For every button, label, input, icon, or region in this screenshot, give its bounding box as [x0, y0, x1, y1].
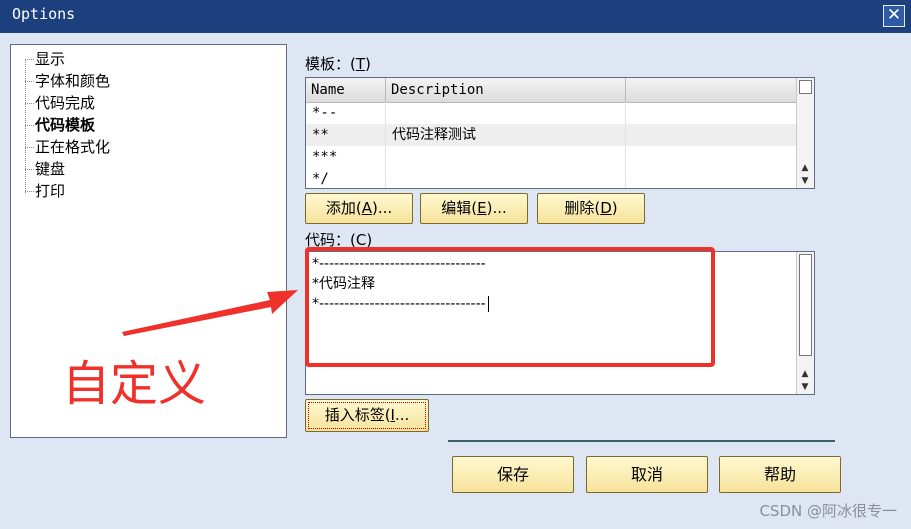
table-row[interactable]: *-- [306, 102, 798, 124]
tree-item-keyboard[interactable]: 键盘 [35, 158, 65, 180]
tree-item-display[interactable]: 显示 [35, 48, 65, 70]
row-description [386, 146, 626, 168]
table-row[interactable]: ** 代码注释测试 [306, 124, 798, 146]
tree-item-formatting[interactable]: 正在格式化 [35, 136, 110, 158]
insert-tag-button[interactable]: 插入标签(I... [305, 399, 429, 432]
tree-connector [25, 103, 34, 104]
tree-item-print[interactable]: 打印 [35, 180, 65, 202]
row-description [386, 102, 626, 124]
annotation-arrow-icon [122, 290, 298, 336]
templates-label-key: T [355, 55, 366, 73]
templates-label-suffix: ) [365, 55, 371, 73]
save-button[interactable]: 保存 [452, 456, 574, 493]
delete-button-suffix: ) [611, 199, 618, 217]
table-row[interactable]: */ [306, 168, 798, 188]
templates-label-prefix: 模板：( [305, 55, 356, 73]
tree-item-code-templates[interactable]: 代码模板 [35, 114, 95, 136]
delete-button-prefix: 删除( [564, 199, 601, 217]
edit-button[interactable]: 编辑(E)... [420, 193, 528, 224]
tree-item-font-color[interactable]: 字体和颜色 [35, 70, 110, 92]
scroll-down-icon[interactable]: ▼ [797, 381, 813, 393]
title-bar: Options ✕ [0, 0, 911, 33]
tree-connector [25, 191, 34, 192]
tree-item-code-completion[interactable]: 代码完成 [35, 92, 95, 114]
tree-connector [25, 81, 34, 82]
column-header-name[interactable]: Name [306, 78, 386, 102]
tree-connector [25, 59, 34, 60]
dialog-divider [448, 440, 835, 442]
templates-table: Name Description *-- ** 代码注释测试 *** */ ▲ … [305, 77, 815, 189]
column-header-description[interactable]: Description [386, 78, 626, 102]
insert-button-suffix: ... [394, 406, 410, 424]
watermark: CSDN @阿冰很专一 [759, 502, 897, 520]
delete-button-key: D [600, 199, 612, 217]
templates-scrollbar[interactable]: ▲ ▼ [796, 78, 814, 188]
scrollbar-thumb[interactable] [799, 80, 812, 94]
scrollbar-thumb[interactable] [799, 254, 812, 356]
insert-button-prefix: 插入标签( [324, 406, 391, 424]
window-title: Options [12, 5, 76, 23]
annotation-text: 自定义 [62, 356, 207, 412]
annotation-highlight-box [305, 247, 715, 367]
cancel-button[interactable]: 取消 [586, 456, 708, 493]
tree-connector [25, 125, 34, 126]
add-button-suffix: )... [371, 199, 393, 217]
row-description [386, 168, 626, 188]
row-name: ** [306, 124, 386, 146]
edit-button-key: E [477, 199, 487, 217]
templates-label: 模板：(T) [305, 53, 371, 74]
add-button-prefix: 添加( [325, 199, 362, 217]
table-header: Name Description [306, 78, 798, 103]
tree-connector [25, 147, 34, 148]
scroll-up-icon[interactable]: ▲ [797, 368, 813, 380]
row-name: */ [306, 168, 386, 188]
row-name: *-- [306, 102, 386, 124]
tree-connector [25, 169, 34, 170]
edit-button-prefix: 编辑( [441, 199, 478, 217]
edit-button-suffix: )... [486, 199, 507, 217]
help-button[interactable]: 帮助 [719, 456, 841, 493]
row-name: *** [306, 146, 386, 168]
close-icon: ✕ [886, 5, 902, 25]
tree-connector [25, 59, 26, 193]
add-button-key: A [361, 199, 372, 217]
column-header-empty [626, 78, 798, 102]
scroll-down-icon[interactable]: ▼ [797, 175, 813, 187]
add-button[interactable]: 添加(A)... [305, 193, 413, 224]
close-button[interactable]: ✕ [883, 5, 905, 27]
scroll-up-icon[interactable]: ▲ [797, 162, 813, 174]
code-scrollbar[interactable]: ▲ ▼ [796, 252, 814, 394]
delete-button[interactable]: 删除(D) [537, 193, 645, 224]
row-description: 代码注释测试 [386, 124, 626, 146]
table-row[interactable]: *** [306, 146, 798, 168]
